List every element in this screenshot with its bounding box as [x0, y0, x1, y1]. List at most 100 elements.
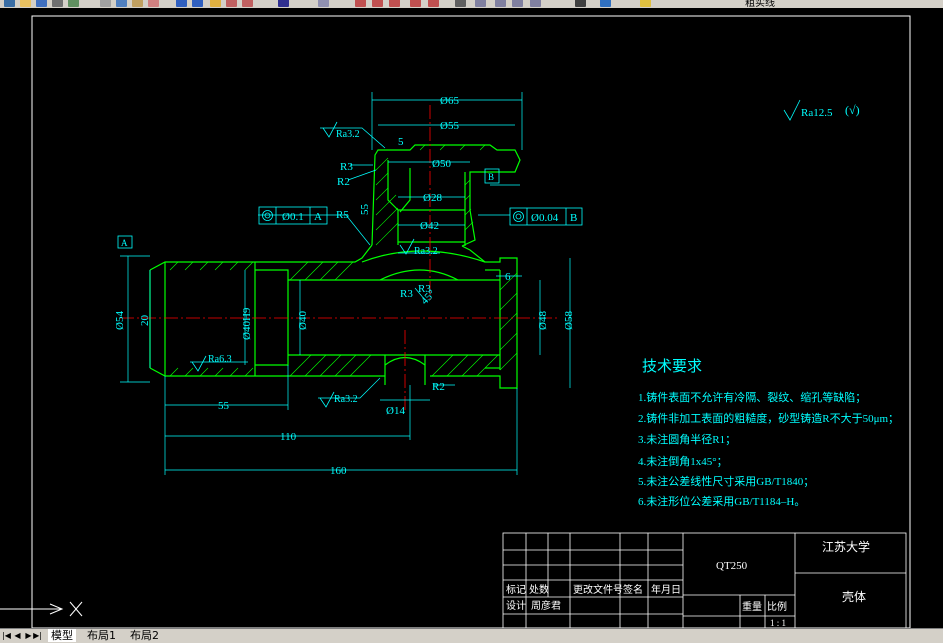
tb-scale-value: 1 : 1 [770, 618, 786, 628]
tb-h-sign: 签名 [623, 583, 643, 596]
undo-icon[interactable] [176, 0, 187, 7]
datum-a-label: A [121, 238, 128, 248]
design-center-icon[interactable] [410, 0, 421, 7]
ra63: Ra6.3 [208, 354, 232, 365]
fcf1-tolerance: Ø0.1 [282, 211, 304, 223]
print-icon[interactable] [52, 0, 63, 7]
radius-r3b: R3 [400, 288, 413, 300]
calc-icon[interactable] [455, 0, 466, 7]
dim-d6: 6 [505, 271, 511, 283]
tb-h-scale: 比例 [767, 600, 787, 613]
table-icon[interactable] [372, 0, 383, 7]
dim-d40: Ø40 [297, 311, 309, 330]
ra32-mid: Ra3.2 [414, 246, 438, 257]
ra32-top: Ra3.2 [336, 129, 360, 140]
layer-state-icon[interactable] [512, 0, 523, 7]
fcf-frames [117, 168, 583, 249]
radius-r2b: R2 [432, 381, 445, 393]
tab-layout2[interactable]: 布局2 [127, 629, 162, 642]
tool-palette-icon[interactable] [428, 0, 439, 7]
tech-item-2: 2.铸件非加工表面的粗糙度，砂型铸造R不大于50μm； [638, 411, 899, 425]
cut-icon[interactable] [100, 0, 111, 7]
preview-icon[interactable] [68, 0, 79, 7]
tech-item-3: 3.未注圆角半径R1； [638, 432, 736, 446]
datum-b-label: B [488, 172, 494, 182]
tab-first-button[interactable]: |◀ [2, 631, 11, 641]
dim-len160: 160 [330, 465, 347, 477]
ucs-icon [0, 601, 83, 617]
roughness-symbol-63 [191, 355, 207, 372]
properties-icon[interactable] [389, 0, 400, 7]
dim-d54: Ø54 [114, 311, 126, 330]
roughness-symbol-bot [319, 391, 335, 408]
help-icon[interactable] [475, 0, 486, 7]
tb-h-weight: 重量 [742, 600, 762, 613]
ra32-bot: Ra3.2 [334, 394, 358, 405]
dim-len110: 110 [280, 431, 297, 443]
tech-list: 1.铸件表面不允许有冷隔、裂纹、缩孔等缺陷； 2.铸件非加工表面的粗糙度，砂型铸… [638, 390, 899, 508]
dim-d55: Ø55 [440, 120, 459, 132]
roughness-symbol-general [783, 99, 801, 121]
drawing-frame [31, 15, 911, 628]
zoom-realtime-icon[interactable] [226, 0, 237, 7]
tb-h-design: 设计 [506, 599, 526, 612]
bulb-icon[interactable] [530, 0, 541, 7]
layer-dropdown-label[interactable]: 粗实线 [745, 0, 775, 8]
paste-icon[interactable] [132, 0, 143, 7]
tab-layout1[interactable]: 布局1 [84, 629, 119, 642]
lock-icon[interactable] [600, 0, 611, 7]
redo-icon[interactable] [192, 0, 203, 7]
part-outline [149, 144, 521, 389]
fcf2-datum: B [570, 212, 577, 224]
color-icon[interactable] [640, 0, 651, 7]
dim-d50: Ø50 [432, 158, 451, 170]
dim-d65: Ø65 [440, 95, 459, 107]
standard-toolbar: 粗实线 [0, 0, 943, 8]
dim-d5: 5 [398, 136, 404, 148]
tb-h-count: 处数 [529, 583, 549, 596]
dim-d42: Ø42 [420, 220, 439, 232]
tb-h-mark: 标记 [506, 584, 526, 596]
save-icon[interactable] [36, 0, 47, 7]
tab-next-button[interactable]: ▶ [24, 631, 33, 641]
dim-style-icon[interactable] [355, 0, 366, 7]
match-icon[interactable] [148, 0, 159, 7]
tb-h-date: 年月日 [651, 583, 681, 596]
tab-model[interactable]: 模型 [48, 629, 76, 642]
tab-last-button[interactable]: ▶| [33, 631, 42, 641]
tb-material: QT250 [716, 560, 748, 572]
new-icon[interactable] [4, 0, 15, 7]
dim-d40h9: Ø40H9 [241, 307, 253, 340]
zoom-window-icon[interactable] [242, 0, 253, 7]
tab-prev-button[interactable]: ◀ [13, 631, 22, 641]
pan-icon[interactable] [210, 0, 221, 7]
text-style-icon[interactable] [318, 0, 329, 7]
tb-school: 江苏大学 [822, 539, 870, 554]
dim-d58: Ø58 [563, 311, 575, 330]
dim-r55: 55 [359, 204, 371, 216]
copy-icon[interactable] [116, 0, 127, 7]
drawing-canvas[interactable]: Ø65 Ø55 Ø50 Ø28 Ø42 Ø54 20 Ø40H9 Ø40 Ø48… [0, 8, 943, 628]
tech-item-4: 4.未注倒角1x45°； [638, 454, 728, 468]
tech-title: 技术要求 [642, 358, 702, 375]
ra125: Ra12.5 [801, 107, 833, 119]
tb-h-doc: 更改文件号 [573, 583, 623, 596]
centerlines [120, 105, 560, 410]
tech-item-1: 1.铸件表面不允许有冷隔、裂纹、缩孔等缺陷； [638, 390, 866, 404]
dim-len55: 55 [218, 400, 230, 412]
tb-h-std: 周彦君 [531, 599, 561, 612]
zoom-previous-icon[interactable] [278, 0, 289, 7]
radius-r2a: R2 [337, 176, 350, 188]
fcf1-datum: A [314, 211, 322, 223]
layer-icon[interactable] [495, 0, 506, 7]
tech-item-5: 5.未注公差线性尺寸采用GB/T1840； [638, 474, 814, 488]
ra125-paren: (√) [845, 103, 860, 117]
dim-d48: Ø48 [537, 311, 549, 330]
radius-r3a: R3 [340, 161, 353, 173]
tb-part: 壳体 [842, 590, 866, 604]
open-icon[interactable] [20, 0, 31, 7]
fcf2-tolerance: Ø0.04 [531, 212, 559, 224]
roughness-symbol-top [322, 121, 338, 138]
sun-icon[interactable] [575, 0, 586, 7]
dim-d20: 20 [139, 315, 151, 327]
